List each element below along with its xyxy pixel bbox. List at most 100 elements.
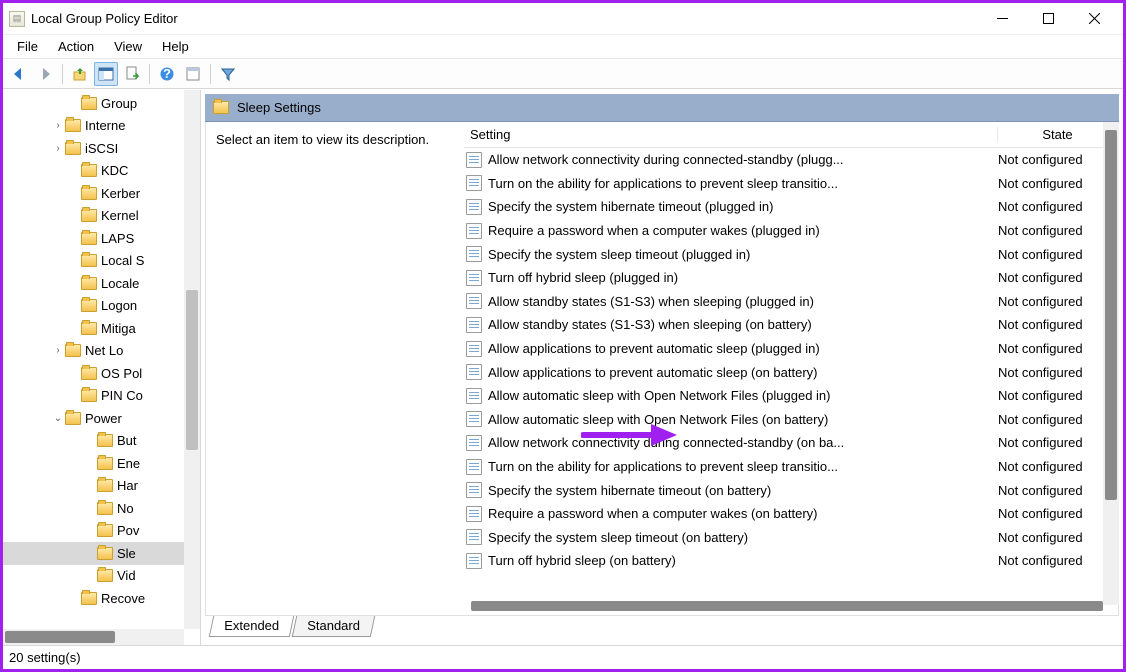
policy-row[interactable]: Specify the system hibernate timeout (pl… — [464, 195, 1118, 219]
policy-state-label: Not configured — [998, 412, 1118, 427]
tree-item-label: KDC — [101, 163, 128, 178]
tree-item[interactable]: Local S — [3, 250, 200, 273]
tree-item[interactable]: ›Net Lo — [3, 340, 200, 363]
policy-row[interactable]: Allow applications to prevent automatic … — [464, 337, 1118, 361]
policy-state-label: Not configured — [998, 270, 1118, 285]
chevron-right-icon[interactable]: › — [51, 119, 65, 133]
twisty-none — [67, 299, 81, 313]
folder-icon — [81, 209, 97, 222]
title-bar: ▤ Local Group Policy Editor — [3, 3, 1123, 35]
policy-icon — [466, 341, 482, 357]
tree-item[interactable]: KDC — [3, 160, 200, 183]
policy-icon — [466, 435, 482, 451]
detail-vertical-scrollbar[interactable] — [1103, 122, 1119, 605]
chevron-down-icon[interactable]: ⌄ — [51, 411, 65, 425]
tree-item[interactable]: Pov — [3, 520, 200, 543]
policy-row[interactable]: Turn off hybrid sleep (on battery)Not co… — [464, 549, 1118, 573]
tree-item[interactable]: ›iSCSI — [3, 137, 200, 160]
show-hide-tree-button[interactable] — [94, 62, 118, 86]
policy-state-label: Not configured — [998, 365, 1118, 380]
filter-button[interactable] — [216, 62, 240, 86]
policy-row[interactable]: Allow automatic sleep with Open Network … — [464, 384, 1118, 408]
policy-row[interactable]: Allow standby states (S1-S3) when sleepi… — [464, 290, 1118, 314]
policy-icon — [466, 364, 482, 380]
tree-item[interactable]: LAPS — [3, 227, 200, 250]
policy-setting-label: Allow applications to prevent automatic … — [488, 365, 998, 380]
policy-row[interactable]: Allow automatic sleep with Open Network … — [464, 408, 1118, 432]
tree-item[interactable]: Recove — [3, 587, 200, 610]
policy-row[interactable]: Specify the system sleep timeout (on bat… — [464, 526, 1118, 550]
policy-row[interactable]: Turn on the ability for applications to … — [464, 455, 1118, 479]
tree-item-label: Logon — [101, 298, 137, 313]
tree-item[interactable]: Sle — [3, 542, 200, 565]
policy-row[interactable]: Require a password when a computer wakes… — [464, 219, 1118, 243]
properties-button[interactable] — [181, 62, 205, 86]
tree-item[interactable]: PIN Co — [3, 385, 200, 408]
tab-standard[interactable]: Standard — [292, 616, 375, 637]
forward-button[interactable] — [33, 62, 57, 86]
tree-horizontal-scrollbar[interactable] — [3, 629, 184, 645]
tree-item-label: Pov — [117, 523, 139, 538]
minimize-button[interactable] — [979, 3, 1025, 35]
policy-setting-label: Allow automatic sleep with Open Network … — [488, 412, 998, 427]
tab-extended[interactable]: Extended — [209, 616, 294, 637]
policy-icon — [466, 317, 482, 333]
list-header[interactable]: Setting State — [464, 122, 1118, 148]
policy-row[interactable]: Specify the system hibernate timeout (on… — [464, 478, 1118, 502]
detail-horizontal-scrollbar[interactable] — [471, 601, 1103, 611]
policy-setting-label: Allow applications to prevent automatic … — [488, 341, 998, 356]
policy-setting-label: Turn off hybrid sleep (on battery) — [488, 553, 998, 568]
policy-row[interactable]: Turn off hybrid sleep (plugged in)Not co… — [464, 266, 1118, 290]
policy-state-label: Not configured — [998, 530, 1118, 545]
tree-item[interactable]: Kerber — [3, 182, 200, 205]
tree-item[interactable]: Logon — [3, 295, 200, 318]
folder-icon — [97, 479, 113, 492]
twisty-none — [67, 209, 81, 223]
tree-item[interactable]: Ene — [3, 452, 200, 475]
policy-row[interactable]: Allow network connectivity during connec… — [464, 148, 1118, 172]
maximize-button[interactable] — [1025, 3, 1071, 35]
tree-item[interactable]: Mitiga — [3, 317, 200, 340]
menu-action[interactable]: Action — [50, 37, 102, 56]
help-button[interactable]: ? — [155, 62, 179, 86]
policy-row[interactable]: Allow standby states (S1-S3) when sleepi… — [464, 313, 1118, 337]
tree-item[interactable]: Group — [3, 92, 200, 115]
policy-icon — [466, 152, 482, 168]
description-prompt: Select an item to view its description. — [216, 132, 429, 147]
policy-row[interactable]: Turn on the ability for applications to … — [464, 172, 1118, 196]
back-button[interactable] — [7, 62, 31, 86]
tree-item[interactable]: Vid — [3, 565, 200, 588]
twisty-none — [67, 321, 81, 335]
twisty-none — [67, 276, 81, 290]
menu-file[interactable]: File — [9, 37, 46, 56]
chevron-right-icon[interactable]: › — [51, 344, 65, 358]
export-list-button[interactable] — [120, 62, 144, 86]
tree-item[interactable]: ⌄ Power — [3, 407, 200, 430]
policy-row[interactable]: Allow applications to prevent automatic … — [464, 360, 1118, 384]
tree-item[interactable]: OS Pol — [3, 362, 200, 385]
policy-state-label: Not configured — [998, 459, 1118, 474]
tree-list[interactable]: Group›Interne›iSCSIKDCKerberKernelLAPSLo… — [3, 90, 200, 610]
tree-vertical-scrollbar[interactable] — [184, 90, 200, 629]
policy-row[interactable]: Specify the system sleep timeout (plugge… — [464, 242, 1118, 266]
policy-row[interactable]: Require a password when a computer wakes… — [464, 502, 1118, 526]
policy-state-label: Not configured — [998, 435, 1118, 450]
close-button[interactable] — [1071, 3, 1117, 35]
policy-state-label: Not configured — [998, 317, 1118, 332]
policy-row[interactable]: Allow network connectivity during connec… — [464, 431, 1118, 455]
tree-item-label: Power — [85, 411, 122, 426]
tree-item[interactable]: Locale — [3, 272, 200, 295]
column-setting[interactable]: Setting — [464, 127, 998, 142]
menu-help[interactable]: Help — [154, 37, 197, 56]
folder-icon — [97, 457, 113, 470]
up-button[interactable] — [68, 62, 92, 86]
menu-view[interactable]: View — [106, 37, 150, 56]
tree-item[interactable]: But — [3, 430, 200, 453]
tree-item[interactable]: ›Interne — [3, 115, 200, 138]
tree-item[interactable]: Har — [3, 475, 200, 498]
tree-item[interactable]: No — [3, 497, 200, 520]
tree-item[interactable]: Kernel — [3, 205, 200, 228]
twisty-none — [67, 96, 81, 110]
chevron-right-icon[interactable]: › — [51, 141, 65, 155]
column-state[interactable]: State — [998, 127, 1118, 142]
